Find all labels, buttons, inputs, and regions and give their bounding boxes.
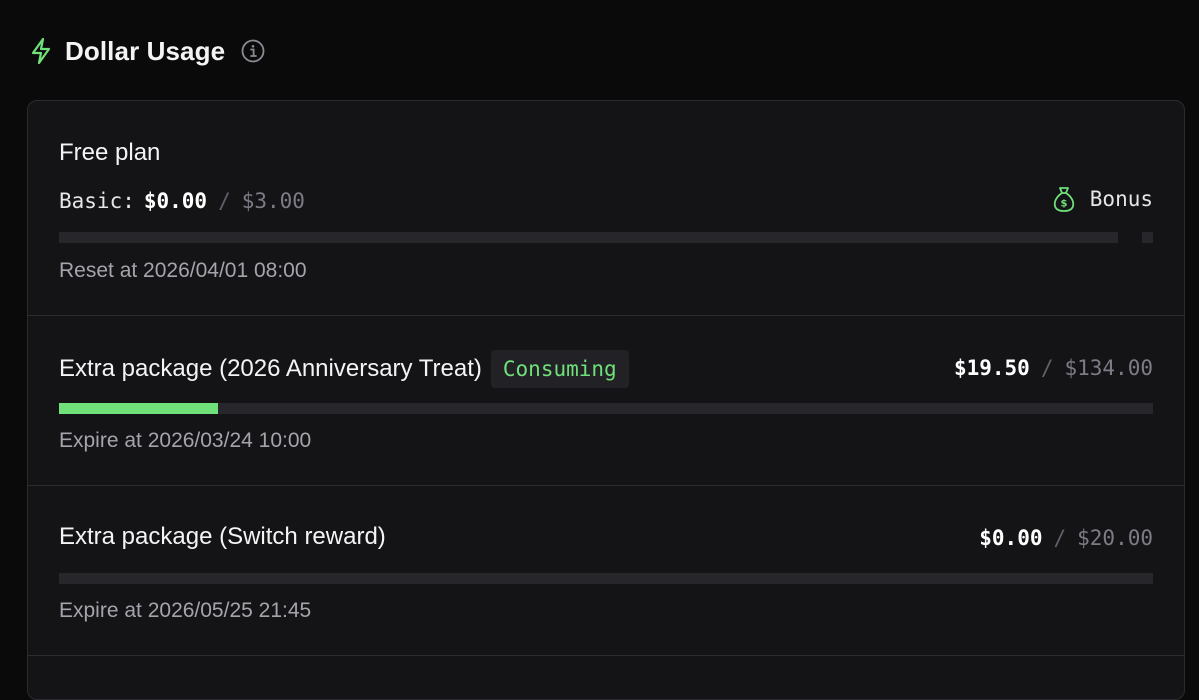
svg-text:$: $: [1060, 199, 1067, 210]
expire-time: Expire at 2026/05/25 21:45: [59, 599, 312, 622]
package-name: Extra package (Switch reward): [59, 523, 386, 550]
free-plan-section: Free plan Basic: $0.00 / $3.00 $ Bonus R…: [28, 101, 1184, 316]
reset-time: Reset at 2026/04/01 08:00: [59, 259, 307, 282]
package-total-amount: $134.00: [1064, 356, 1153, 380]
package-title-row: Extra package (2026 Anniversary Treat) C…: [59, 350, 629, 388]
package-title-row: Extra package (Switch reward): [59, 523, 386, 551]
package-section-partial: [28, 656, 1184, 699]
usage-card: Free plan Basic: $0.00 / $3.00 $ Bonus R…: [27, 100, 1185, 700]
bonus-indicator: $ Bonus: [1052, 185, 1153, 213]
amount-separator: /: [1040, 356, 1054, 380]
package-usage: $19.50 / $134.00: [954, 356, 1153, 380]
package-name: Extra package (2026 Anniversary Treat): [59, 355, 482, 382]
package-progress-bar: [59, 403, 1153, 414]
package-section: Extra package (Switch reward) $0.00 / $2…: [28, 486, 1184, 656]
basic-total-amount: $3.00: [241, 189, 305, 213]
package-section: Extra package (2026 Anniversary Treat) C…: [28, 316, 1184, 486]
basic-used-amount: $0.00: [143, 189, 208, 213]
info-icon[interactable]: [241, 38, 267, 64]
package-used-amount: $19.50: [953, 356, 1030, 380]
bonus-label: Bonus: [1089, 187, 1153, 211]
amount-separator: /: [218, 189, 231, 213]
basic-usage: Basic: $0.00 / $3.00: [59, 189, 305, 213]
package-total-amount: $20.00: [1077, 526, 1153, 550]
package-progress-fill: [59, 403, 219, 414]
package-usage: $0.00 / $20.00: [979, 526, 1153, 550]
package-used-amount: $0.00: [979, 526, 1043, 550]
bonus-progress-bar: [1142, 232, 1153, 243]
plan-name: Free plan: [59, 139, 161, 166]
money-bag-icon: $: [1052, 185, 1078, 213]
dollar-usage-header: Dollar Usage: [29, 34, 267, 68]
amount-separator: /: [1053, 526, 1067, 550]
expire-time: Expire at 2026/03/24 10:00: [59, 429, 312, 452]
status-badge: Consuming: [490, 350, 629, 388]
package-progress-bar: [59, 573, 1153, 584]
bolt-icon: [29, 36, 55, 66]
page-title: Dollar Usage: [65, 35, 226, 66]
basic-progress-bar: [59, 232, 1118, 243]
basic-label: Basic:: [59, 189, 135, 213]
